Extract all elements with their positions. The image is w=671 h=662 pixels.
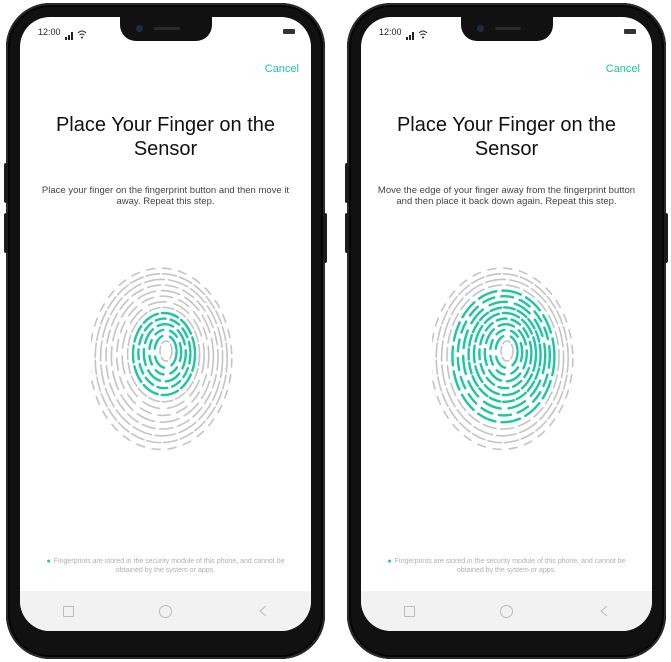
recents-icon: [63, 605, 74, 617]
status-time: 12:00: [379, 27, 402, 37]
back-icon: [599, 605, 607, 617]
wifi-icon: [418, 26, 428, 44]
cancel-button[interactable]: Cancel: [265, 63, 299, 75]
front-camera: [477, 25, 484, 32]
notch: [461, 17, 553, 41]
signal-icon: [406, 27, 416, 45]
fingerprint-ridge: [500, 340, 514, 362]
wifi-icon: [77, 26, 87, 44]
navigation-bar: [20, 591, 311, 631]
earpiece-speaker: [495, 27, 521, 30]
recents-icon: [404, 605, 415, 617]
front-camera: [136, 25, 143, 32]
home-icon: [159, 604, 172, 618]
instruction-text: Place your finger on the fingerprint but…: [41, 185, 290, 207]
battery-icon: [624, 29, 636, 34]
power-button: [323, 213, 327, 263]
back-button[interactable]: [243, 596, 283, 626]
security-note: ● Fingerprints are stored in the security…: [36, 557, 295, 575]
volume-button: [4, 213, 8, 253]
fingerprint-graphic: [89, 267, 233, 451]
recents-button[interactable]: [390, 596, 430, 626]
screen-left: 12:00 Cancel Place Your Finger on the Se…: [20, 17, 311, 631]
back-button[interactable]: [584, 596, 624, 626]
fingerprint-icon: [89, 259, 241, 453]
shield-icon: ●: [387, 558, 392, 565]
earpiece-speaker: [154, 27, 180, 30]
fingerprint-ridge: [142, 323, 188, 383]
page-title: Place Your Finger on the Sensor: [396, 114, 617, 160]
battery-icon: [283, 29, 295, 34]
home-button[interactable]: [146, 596, 186, 626]
volume-button: [345, 163, 349, 203]
home-button[interactable]: [487, 596, 527, 626]
security-note: ● Fingerprints are stored in the security…: [377, 557, 636, 575]
home-icon: [500, 604, 513, 618]
fingerprint-icon: [430, 259, 582, 453]
phone-frame-left: 12:00 Cancel Place Your Finger on the Se…: [4, 3, 327, 659]
phone-frame-right: 12:00 Cancel Place Your Finger on the Se…: [345, 3, 668, 659]
screen-right: 12:00 Cancel Place Your Finger on the Se…: [361, 17, 652, 631]
page-title: Place Your Finger on the Sensor: [55, 114, 276, 160]
volume-button: [345, 213, 349, 253]
signal-icon: [65, 27, 75, 45]
security-note-text: Fingerprints are stored in the security …: [394, 558, 626, 574]
fingerprint-graphic: [430, 267, 574, 451]
fingerprint-ridge: [483, 323, 529, 383]
recents-button[interactable]: [49, 596, 89, 626]
security-note-text: Fingerprints are stored in the security …: [53, 558, 285, 574]
fingerprint-ridge: [159, 340, 173, 362]
navigation-bar: [361, 591, 652, 631]
shield-icon: ●: [46, 558, 51, 565]
power-button: [664, 213, 668, 263]
instruction-text: Move the edge of your finger away from t…: [377, 185, 636, 207]
back-icon: [258, 605, 266, 617]
cancel-button[interactable]: Cancel: [606, 63, 640, 75]
notch: [120, 17, 212, 41]
volume-button: [4, 163, 8, 203]
status-time: 12:00: [38, 27, 61, 37]
